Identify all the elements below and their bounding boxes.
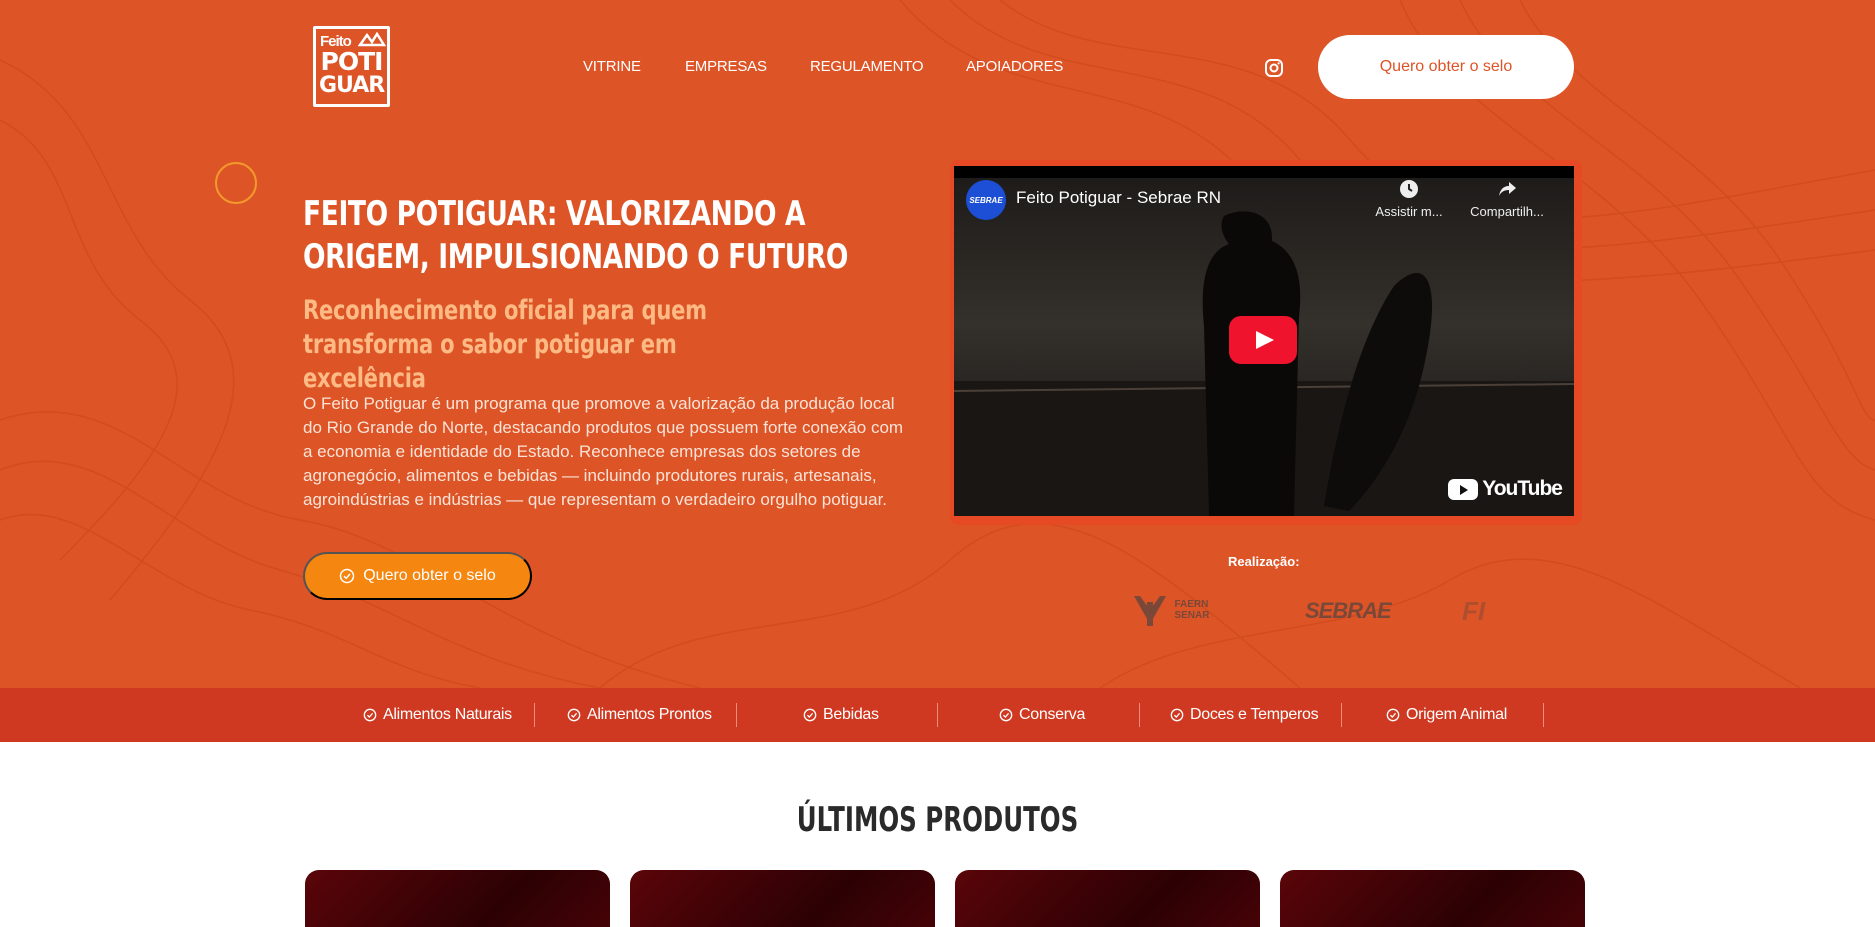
video-top-bar — [954, 166, 1574, 178]
header-get-seal-button[interactable]: Quero obter o selo — [1318, 35, 1574, 99]
nav-apoiadores[interactable]: APOIADORES — [966, 58, 1063, 75]
watch-later-button[interactable]: Assistir m... — [1364, 178, 1454, 219]
category-divider — [736, 703, 737, 727]
hero-section: Feito POTI GUAR VITRINE EMPRESAS REGULAM… — [0, 0, 1875, 688]
watch-later-label: Assistir m... — [1375, 204, 1443, 219]
partner-logo-sebrae: SEBRAE — [1305, 598, 1392, 623]
product-card[interactable] — [955, 870, 1260, 927]
latest-products-title-text: ÚLTIMOS PRODUTOS — [796, 800, 1079, 840]
nav-vitrine[interactable]: VITRINE — [583, 58, 641, 75]
contour-background — [0, 0, 1875, 688]
decorative-circle — [215, 162, 257, 204]
youtube-wordmark: YouTube — [1482, 477, 1563, 500]
category-label: Alimentos Prontos — [587, 706, 712, 723]
partner-logo-faern-senar: FAERN SENAR — [1130, 592, 1214, 628]
logo-line-2: POTI — [320, 47, 384, 76]
logo-line-3: GUAR — [319, 73, 385, 98]
check-circle-icon — [339, 568, 355, 584]
video-title[interactable]: Feito Potiguar - Sebrae RN — [1016, 188, 1221, 208]
feito-potiguar-logo[interactable]: Feito POTI GUAR — [313, 26, 390, 107]
product-card[interactable] — [305, 870, 610, 927]
faern-senar-icon — [1134, 596, 1166, 626]
check-circle-icon — [803, 708, 817, 722]
check-circle-icon — [1170, 708, 1184, 722]
category-bar: Alimentos Naturais Alimentos Prontos Beb… — [0, 688, 1875, 742]
faern-senar-text: FAERN SENAR — [1174, 599, 1210, 621]
youtube-play-icon — [1448, 478, 1479, 500]
category-divider — [937, 703, 938, 727]
category-label: Bebidas — [823, 706, 879, 723]
category-divider — [1139, 703, 1140, 727]
hero-title: FEITO POTIGUAR: VALORIZANDO A ORIGEM, IM… — [303, 194, 849, 277]
nav-empresas[interactable]: EMPRESAS — [685, 58, 767, 75]
channel-avatar[interactable]: SEBRAE — [966, 180, 1006, 220]
category-conserva[interactable]: Conserva — [999, 706, 1085, 724]
category-divider — [1341, 703, 1342, 727]
share-icon — [1499, 182, 1516, 196]
category-label: Alimentos Naturais — [383, 706, 512, 723]
youtube-logo[interactable]: YouTube — [1448, 477, 1563, 501]
category-label: Conserva — [1019, 706, 1086, 723]
share-label: Compartilh... — [1470, 204, 1544, 219]
hero-subtitle: Reconhecimento oficial para quem transfo… — [303, 295, 707, 394]
nav-regulamento[interactable]: REGULAMENTO — [810, 58, 924, 75]
partner-logo-fi: FI — [1462, 596, 1486, 626]
share-button[interactable]: Compartilh... — [1462, 178, 1552, 219]
category-alimentos-naturais[interactable]: Alimentos Naturais — [363, 706, 512, 724]
latest-products-title: ÚLTIMOS PRODUTOS — [0, 800, 1875, 840]
check-circle-icon — [999, 708, 1013, 722]
hero-get-seal-button[interactable]: Quero obter o selo — [303, 552, 532, 600]
category-label: Doces e Temperos — [1190, 706, 1319, 723]
hero-cta-label: Quero obter o selo — [363, 567, 496, 584]
play-button[interactable] — [1229, 316, 1297, 364]
clock-icon — [1400, 180, 1418, 198]
hero-description: O Feito Potiguar é um programa que promo… — [303, 394, 904, 509]
category-label: Origem Animal — [1406, 706, 1508, 723]
youtube-video-embed[interactable]: SEBRAE Feito Potiguar - Sebrae RN Assist… — [954, 166, 1574, 516]
category-divider — [1543, 703, 1544, 727]
category-bebidas[interactable]: Bebidas — [803, 706, 879, 724]
category-doces-e-temperos[interactable]: Doces e Temperos — [1170, 706, 1319, 724]
category-divider — [534, 703, 535, 727]
check-circle-icon — [1386, 708, 1400, 722]
realizacao-label: Realização: — [1228, 554, 1300, 569]
product-card[interactable] — [630, 870, 935, 927]
category-alimentos-prontos[interactable]: Alimentos Prontos — [567, 706, 712, 724]
check-circle-icon — [363, 708, 377, 722]
category-origem-animal[interactable]: Origem Animal — [1386, 706, 1507, 724]
instagram-icon[interactable] — [1264, 58, 1284, 78]
product-card[interactable] — [1280, 870, 1585, 927]
check-circle-icon — [567, 708, 581, 722]
